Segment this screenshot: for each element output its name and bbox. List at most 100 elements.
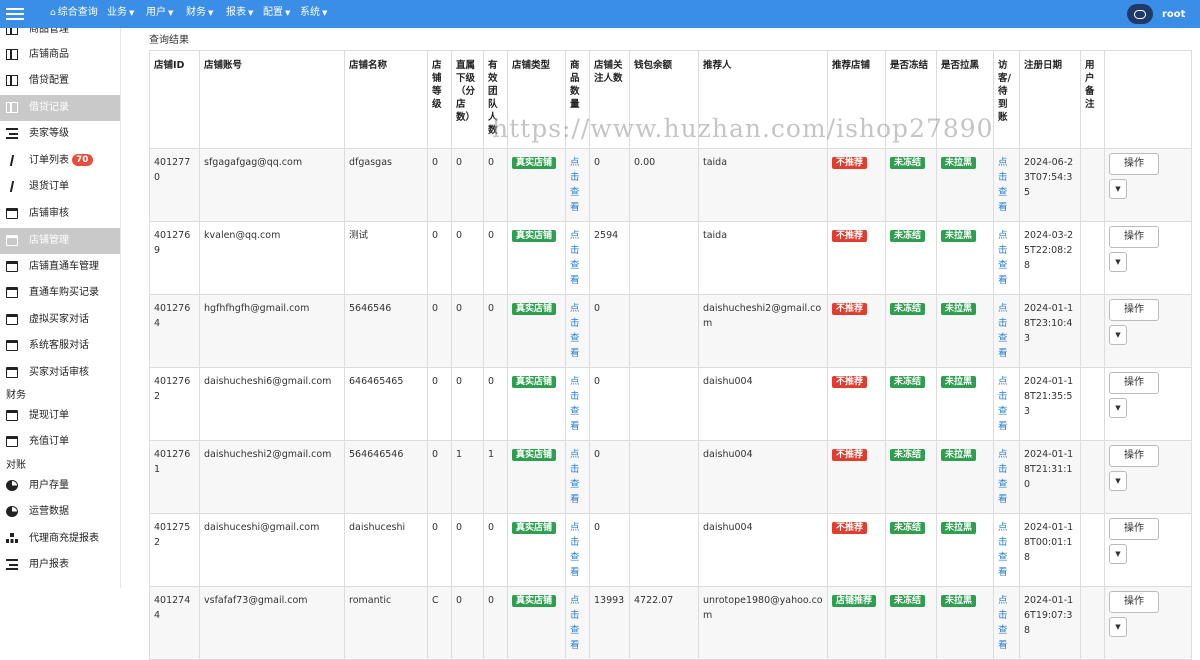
- cell-actions: 操作 ▼: [1104, 294, 1192, 368]
- sidebar-item-13[interactable]: 买家对话审核: [0, 360, 120, 386]
- date-value: 2024-03-25T22:08:28: [1024, 230, 1074, 271]
- sidebar-item-label: 店铺审核: [29, 201, 69, 227]
- sidebar-item-label: 订单列表 70: [29, 148, 93, 174]
- pie-icon: [6, 480, 18, 491]
- cell-level: 0: [427, 513, 452, 587]
- table-row: 4012744 vsfafaf73@gmail.com romantic C 0 0 真实店…: [149, 586, 1192, 660]
- table-row: 4012761 daishucheshi2@gmail.com 564646546 0…: [149, 440, 1192, 514]
- cell-level: 0: [427, 221, 452, 295]
- sidebar-item-0[interactable]: 商品管理: [0, 28, 120, 43]
- goods-view-link[interactable]: 点击查看: [570, 155, 580, 215]
- visitor-view-link[interactable]: 点击查看: [998, 593, 1008, 653]
- action-button[interactable]: 操作: [1109, 226, 1159, 248]
- nav-item-3[interactable]: 财务 ▼: [186, 0, 213, 28]
- recommend-value: 不推荐: [832, 376, 868, 388]
- cell-recommend: 不推荐: [827, 440, 886, 514]
- cell-referrer: daishu004: [698, 367, 828, 441]
- sidebar-item-14[interactable]: 提现订单: [0, 403, 120, 429]
- sidebar-item-18[interactable]: 代理商充提报表: [0, 526, 120, 552]
- action-button[interactable]: 操作: [1109, 591, 1159, 613]
- level-value: 0: [432, 449, 439, 460]
- sidebar: 财务 对账 商品管理 店铺商品 借贷配置 借贷记录 卖家等级 订单列表 70 退货订单 店铺审核…: [0, 28, 121, 588]
- cell-date: 2024-01-18T00:01:18: [1019, 513, 1081, 587]
- cell-team: 0: [483, 513, 508, 587]
- dropdown-caret-icon[interactable]: ▼: [1109, 325, 1127, 345]
- sidebar-item-15[interactable]: 充值订单: [0, 429, 120, 455]
- sidebar-item-label: 提现订单: [29, 403, 69, 429]
- dropdown-caret-icon[interactable]: ▼: [1109, 544, 1127, 564]
- sidebar-item-11[interactable]: 虚拟买家对话: [0, 307, 120, 333]
- action-button[interactable]: 操作: [1109, 372, 1159, 394]
- sidebar-item-12[interactable]: 系统客服对话: [0, 333, 120, 359]
- cell-name: 564646546: [344, 440, 428, 514]
- nav-item-2[interactable]: 用户 ▼: [146, 0, 173, 28]
- date-value: 2024-01-16T19:07:38: [1024, 595, 1074, 636]
- goods-view-link[interactable]: 点击查看: [570, 593, 580, 653]
- sidebar-item-10[interactable]: 直通车购买记录: [0, 280, 120, 306]
- sidebar-item-label: 店铺直通车管理: [29, 254, 99, 280]
- goods-view-link[interactable]: 点击查看: [570, 520, 580, 580]
- sidebar-item-4[interactable]: 卖家等级: [0, 121, 120, 147]
- nav-item-5[interactable]: 配置 ▼: [263, 0, 290, 28]
- sidebar-item-9[interactable]: 店铺直通车管理: [0, 254, 120, 280]
- sidebar-item-5[interactable]: 订单列表 70: [0, 148, 120, 174]
- dropdown-caret-icon[interactable]: ▼: [1109, 179, 1127, 199]
- sidebar-item-1[interactable]: 店铺商品: [0, 42, 120, 68]
- name-value: 测试: [349, 230, 369, 241]
- sidebar-item-17[interactable]: 运营数据: [0, 499, 120, 525]
- column-header-3: 店铺等级: [427, 50, 452, 149]
- cell-actions: 操作 ▼: [1104, 221, 1192, 295]
- nav-item-0[interactable]: ⌂ 综合查询: [50, 0, 98, 28]
- dropdown-caret-icon[interactable]: ▼: [1109, 398, 1127, 418]
- user-menu[interactable]: root: [1162, 0, 1185, 30]
- name-value: daishuceshi: [349, 522, 406, 533]
- name-value: 564646546: [349, 449, 404, 460]
- sidebar-item-text: 店铺管理: [29, 235, 69, 246]
- sidebar-item-3[interactable]: 借贷记录: [0, 95, 120, 121]
- cell-visitor: 点击查看: [993, 440, 1020, 514]
- dropdown-caret-icon[interactable]: ▼: [1109, 617, 1127, 637]
- team-value: 0: [488, 230, 495, 241]
- nav-item-4[interactable]: 报表 ▼: [226, 0, 253, 28]
- action-button[interactable]: 操作: [1109, 445, 1159, 467]
- cell-name: 测试: [344, 221, 428, 295]
- follow-value: 0: [594, 303, 601, 314]
- nav-item-6[interactable]: 系统 ▼: [300, 0, 327, 28]
- sidebar-item-8[interactable]: 店铺管理: [0, 228, 120, 254]
- sidebar-item-7[interactable]: 店铺审核: [0, 201, 120, 227]
- sidebar-item-19[interactable]: 用户报表: [0, 552, 120, 578]
- caret-down-icon: ▼: [129, 9, 135, 17]
- visitor-view-link[interactable]: 点击查看: [998, 228, 1008, 288]
- cell-follow: 0: [589, 513, 630, 587]
- sidebar-item-label: 虚拟买家对话: [29, 307, 89, 333]
- column-header-7: 商品数量: [565, 50, 590, 149]
- visitor-view-link[interactable]: 点击查看: [998, 155, 1008, 215]
- goods-view-link[interactable]: 点击查看: [570, 228, 580, 288]
- visitor-view-link[interactable]: 点击查看: [998, 447, 1008, 507]
- cell-account: sfgagafgag@qq.com: [199, 148, 345, 222]
- action-button[interactable]: 操作: [1109, 299, 1159, 321]
- action-button[interactable]: 操作: [1109, 518, 1159, 540]
- goods-view-link[interactable]: 点击查看: [570, 447, 580, 507]
- sidebar-item-label: 用户存量: [29, 473, 69, 499]
- goods-view-link[interactable]: 点击查看: [570, 374, 580, 434]
- visitor-view-link[interactable]: 点击查看: [998, 520, 1008, 580]
- action-button[interactable]: 操作: [1109, 153, 1159, 175]
- nav-item-1[interactable]: 业务 ▼: [107, 0, 134, 28]
- visitor-view-link[interactable]: 点击查看: [998, 374, 1008, 434]
- menu-toggle-icon[interactable]: [6, 5, 24, 23]
- sidebar-item-6[interactable]: 退货订单: [0, 174, 120, 200]
- cell-id: 4012744: [149, 586, 200, 660]
- chat-icon[interactable]: [1127, 4, 1153, 24]
- goods-view-link[interactable]: 点击查看: [570, 301, 580, 361]
- dropdown-caret-icon[interactable]: ▼: [1109, 252, 1127, 272]
- dropdown-caret-icon[interactable]: ▼: [1109, 471, 1127, 491]
- sidebar-item-label: 借贷记录: [29, 95, 69, 121]
- sidebar-item-16[interactable]: 用户存量: [0, 473, 120, 499]
- card-icon: [6, 208, 18, 219]
- sidebar-item-2[interactable]: 借贷配置: [0, 68, 120, 94]
- cell-account: daishuceshi@gmail.com: [199, 513, 345, 587]
- follow-value: 13993: [594, 595, 625, 606]
- visitor-view-link[interactable]: 点击查看: [998, 301, 1008, 361]
- slash-icon: [6, 155, 18, 166]
